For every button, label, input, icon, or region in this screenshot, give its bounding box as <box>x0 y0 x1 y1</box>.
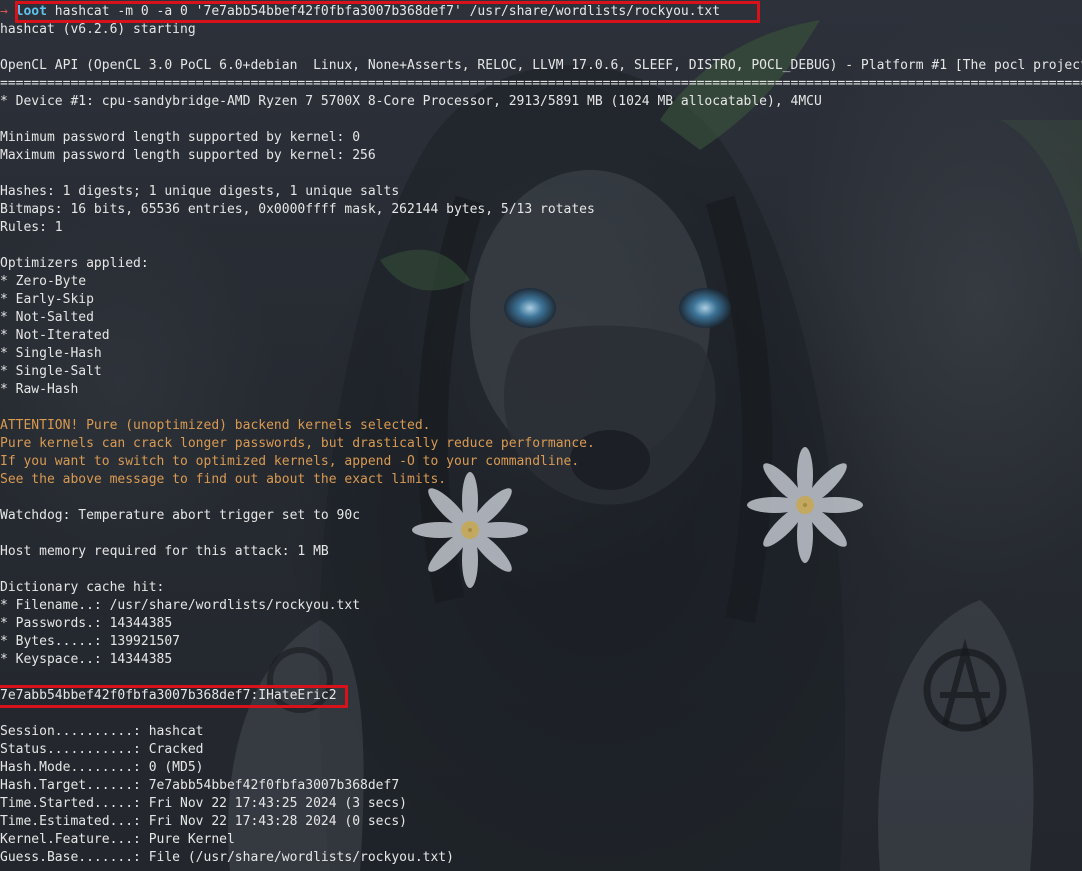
status-line: Session..........: hashcat <box>0 724 204 739</box>
optimizers-header: Optimizers applied: <box>0 256 149 271</box>
attention-line: See the above message to find out about … <box>0 472 447 487</box>
optimizer-item: * Early-Skip <box>0 292 94 307</box>
device-line: * Device #1: cpu-sandybridge-AMD Ryzen 7… <box>0 94 822 109</box>
dictionary-header: Dictionary cache hit: <box>0 580 165 595</box>
opencl-api-line: OpenCL API (OpenCL 3.0 PoCL 6.0+debian L… <box>0 58 1082 73</box>
prompt-arrow-icon: → <box>0 4 8 19</box>
attention-line: Pure kernels can crack longer passwords,… <box>0 436 595 451</box>
cracked-hash-line: 7e7abb54bbef42f0fbfa3007b368def7:IHateEr… <box>0 688 337 703</box>
status-line: Hash.Mode........: 0 (MD5) <box>0 760 204 775</box>
watchdog-line: Watchdog: Temperature abort trigger set … <box>0 508 361 523</box>
dictionary-item: * Keyspace..: 14344385 <box>0 652 173 667</box>
rules-line: Rules: 1 <box>0 220 63 235</box>
max-password-line: Maximum password length supported by ker… <box>0 148 376 163</box>
optimizer-item: * Single-Salt <box>0 364 102 379</box>
attention-line: If you want to switch to optimized kerne… <box>0 454 580 469</box>
min-password-line: Minimum password length supported by ker… <box>0 130 361 145</box>
status-line: Status...........: Cracked <box>0 742 204 757</box>
command-line[interactable]: → loot hashcat -m 0 -a 0 '7e7abb54bbef42… <box>0 3 1082 21</box>
attention-line: ATTENTION! Pure (unoptimized) backend ke… <box>0 418 431 433</box>
terminal-output: → loot hashcat -m 0 -a 0 '7e7abb54bbef42… <box>0 3 1082 867</box>
optimizer-item: * Single-Hash <box>0 346 102 361</box>
status-line: Kernel.Feature...: Pure Kernel <box>0 832 235 847</box>
prompt-directory: loot <box>15 4 47 19</box>
dictionary-item: * Bytes.....: 139921507 <box>0 634 181 649</box>
terminal-window[interactable]: → loot hashcat -m 0 -a 0 '7e7abb54bbef42… <box>0 0 1082 871</box>
separator-line: ========================================… <box>0 76 1082 91</box>
dictionary-item: * Passwords.: 14344385 <box>0 616 173 631</box>
status-line: Hash.Target......: 7e7abb54bbef42f0fbfa3… <box>0 778 400 793</box>
hashes-line: Hashes: 1 digests; 1 unique digests, 1 u… <box>0 184 400 199</box>
bitmaps-line: Bitmaps: 16 bits, 65536 entries, 0x0000f… <box>0 202 595 217</box>
status-line: Guess.Base.......: File (/usr/share/word… <box>0 850 454 865</box>
optimizer-item: * Not-Salted <box>0 310 94 325</box>
command-text: hashcat -m 0 -a 0 '7e7abb54bbef42f0fbfa3… <box>54 4 721 19</box>
status-line: Time.Estimated...: Fri Nov 22 17:43:28 2… <box>0 814 407 829</box>
status-line: Time.Started.....: Fri Nov 22 17:43:25 2… <box>0 796 407 811</box>
optimizer-item: * Zero-Byte <box>0 274 87 289</box>
optimizer-item: * Raw-Hash <box>0 382 79 397</box>
dictionary-item: * Filename..: /usr/share/wordlists/rocky… <box>0 598 361 613</box>
host-memory-line: Host memory required for this attack: 1 … <box>0 544 329 559</box>
starting-line: hashcat (v6.2.6) starting <box>0 22 196 37</box>
optimizer-item: * Not-Iterated <box>0 328 110 343</box>
